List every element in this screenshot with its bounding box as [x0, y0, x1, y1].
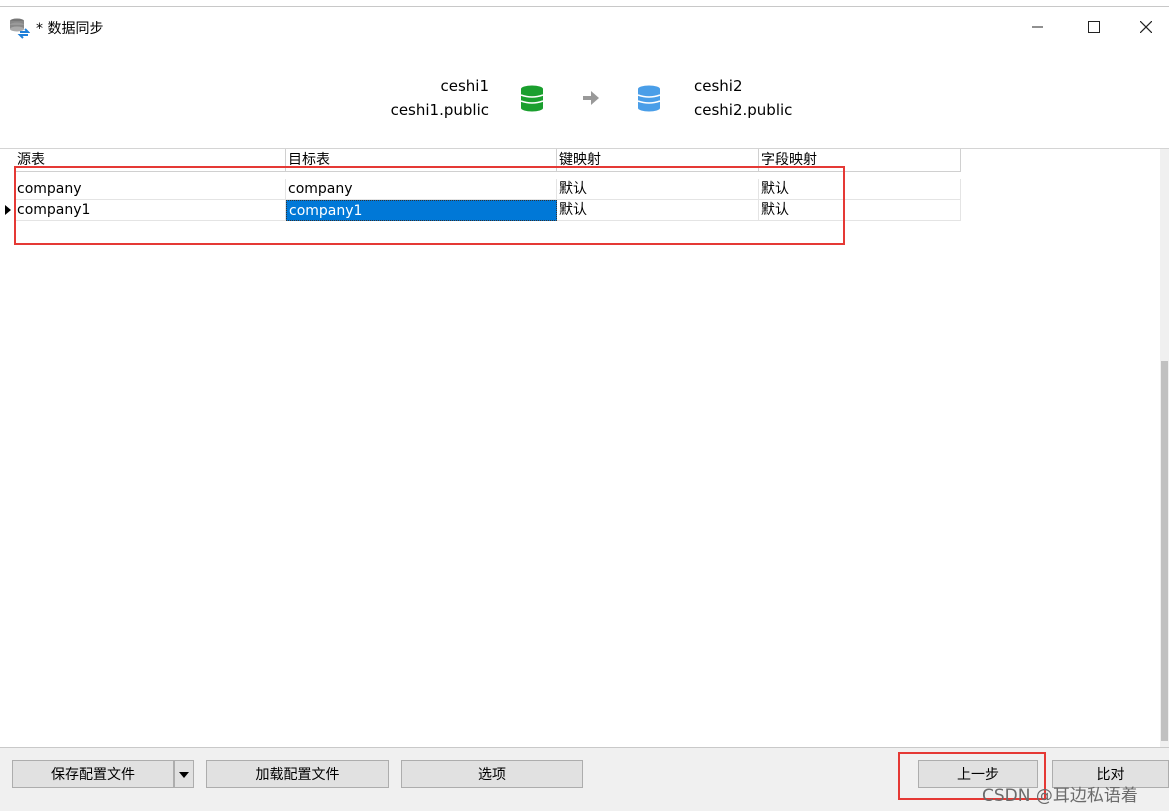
minimize-icon	[1032, 18, 1044, 37]
database-sync-icon	[8, 17, 31, 39]
data-sync-window: * 数据同步 ceshi1 ceshi1.public ceshi2 ceshi…	[0, 6, 1169, 811]
source-connection-name: ceshi1	[440, 77, 489, 95]
maximize-icon	[1088, 18, 1100, 37]
save-config-dropdown[interactable]	[174, 760, 194, 788]
source-database-icon	[520, 85, 544, 117]
maximize-button[interactable]	[1066, 7, 1122, 47]
close-button[interactable]	[1122, 7, 1169, 47]
scrollbar-thumb[interactable]	[1161, 361, 1168, 741]
target-schema-name: ceshi2.public	[694, 101, 793, 119]
target-database-icon	[637, 85, 661, 117]
source-schema-name: ceshi1.public	[390, 101, 489, 119]
window-title: * 数据同步	[36, 21, 104, 37]
vertical-scrollbar[interactable]	[1160, 149, 1169, 749]
options-button[interactable]: 选项	[401, 760, 583, 788]
arrow-right-icon	[583, 91, 599, 109]
dropdown-arrow-icon	[179, 766, 189, 782]
target-connection: ceshi2 ceshi2.public	[694, 74, 792, 122]
highlight-box-grid	[14, 166, 845, 245]
current-row-indicator-icon	[5, 205, 11, 215]
watermark: CSDN @耳边私语着	[982, 786, 1138, 806]
save-config-button[interactable]: 保存配置文件	[12, 760, 174, 788]
target-connection-name: ceshi2	[694, 77, 743, 95]
title-bar: * 数据同步	[0, 7, 1169, 47]
connection-header: ceshi1 ceshi1.public ceshi2 ceshi2.publi…	[0, 49, 1169, 147]
source-connection: ceshi1 ceshi1.public	[391, 74, 489, 122]
load-config-button[interactable]: 加载配置文件	[206, 760, 389, 788]
minimize-button[interactable]	[1010, 7, 1066, 47]
close-icon	[1139, 18, 1152, 37]
